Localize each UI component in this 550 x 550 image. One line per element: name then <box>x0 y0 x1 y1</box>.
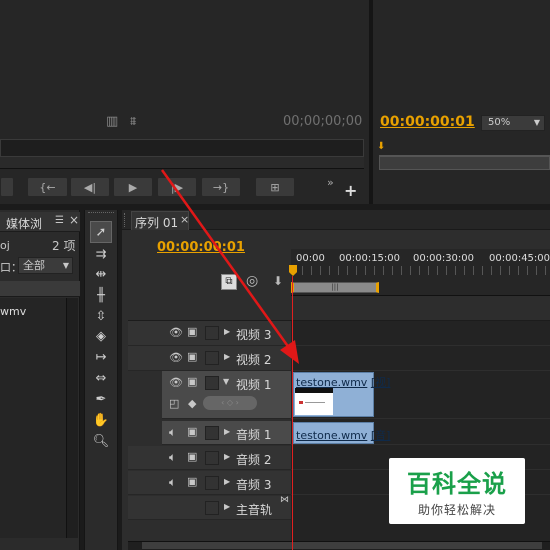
watermark-title: 百科全说 <box>407 470 507 498</box>
watermark-subtitle: 助你轻松解决 <box>417 503 496 517</box>
watermark: 百科全说 助你轻松解决 <box>389 458 525 524</box>
